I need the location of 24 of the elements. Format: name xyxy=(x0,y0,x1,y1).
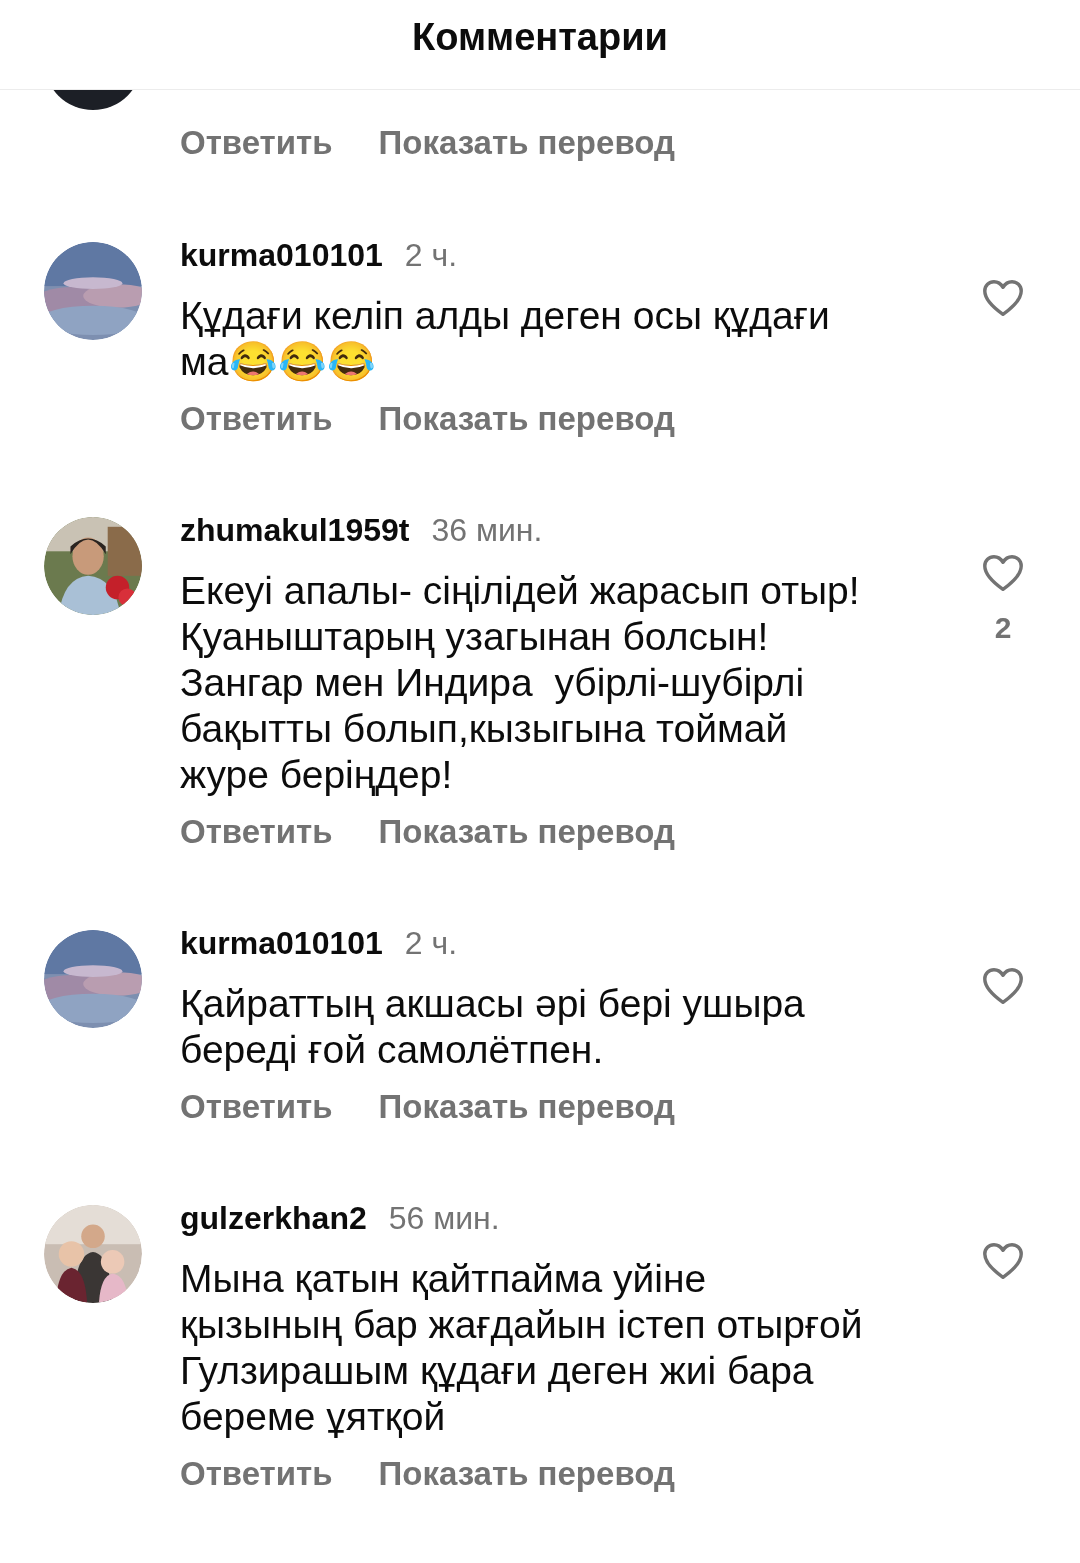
translate-link[interactable]: Показать перевод xyxy=(378,1087,675,1127)
sheet-title: Комментарии xyxy=(412,14,668,59)
comment-time: 36 мин. xyxy=(431,511,543,550)
comment-time: 56 мин. xyxy=(388,1199,500,1238)
reply-link[interactable]: Ответить xyxy=(180,123,333,163)
reply-link[interactable]: Ответить xyxy=(180,1087,333,1127)
username[interactable]: kurma010101 xyxy=(180,923,383,963)
translate-link[interactable]: Показать перевод xyxy=(378,1454,675,1494)
comment-text: Қайраттың акшасы әрі бері ушыра береді ғой самолётпен. xyxy=(180,981,806,1073)
translate-link[interactable]: Показать перевод xyxy=(378,399,675,439)
like-count: 2 xyxy=(994,610,1012,646)
comment-text: Құдағи келіп алды деген осы құдағи ма😂😂😂 xyxy=(180,293,831,385)
reply-link[interactable]: Ответить xyxy=(180,399,333,439)
translate-link[interactable]: Показать перевод xyxy=(378,812,675,852)
username[interactable]: zhumakul1959t xyxy=(180,510,410,550)
comment-time: 2 ч. xyxy=(404,924,458,963)
reply-link[interactable]: Ответить xyxy=(180,1454,333,1494)
reply-link[interactable]: Ответить xyxy=(180,812,333,852)
comment-text: Мына қатын қайтпайма уйіне қызының бар жағдайын істеп отырғой Гулзирашым құдағи деген жиі бара береме ұятқой xyxy=(180,1256,864,1440)
translate-link[interactable]: Показать перевод xyxy=(378,123,675,163)
username[interactable]: kurma010101 xyxy=(180,235,383,275)
comment-text: Екеуі апалы- сіңілідей жарасып отыр! Қуаныштарың узагынан болсын! Зангар мен Индира убірлі-шубірлі бақытты болып,кызыгына тоймай журе беріңдер! xyxy=(180,568,861,798)
comment-time: 2 ч. xyxy=(404,236,458,275)
username[interactable]: gulzerkhan2 xyxy=(180,1198,367,1238)
